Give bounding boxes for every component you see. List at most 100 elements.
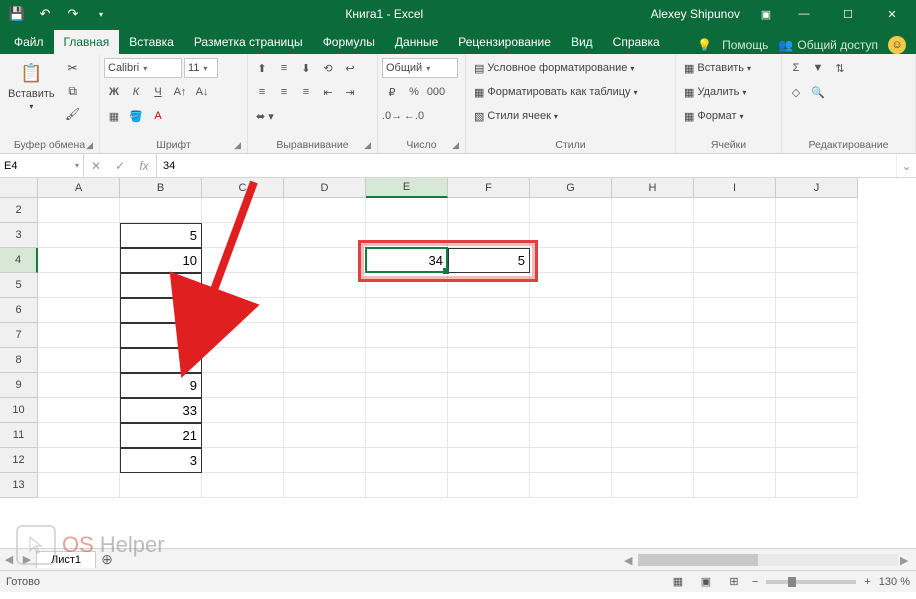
cell-A5[interactable] (38, 273, 120, 298)
row-header-10[interactable]: 10 (0, 398, 38, 423)
cell-F9[interactable] (448, 373, 530, 398)
cell-H9[interactable] (612, 373, 694, 398)
merge-cells-icon[interactable]: ⬌ ▾ (252, 106, 278, 126)
font-size-combo[interactable]: 11▾ (184, 58, 218, 78)
column-header-C[interactable]: C (202, 178, 284, 198)
cell-B5[interactable]: 4 (120, 273, 202, 298)
cell-G10[interactable] (530, 398, 612, 423)
cell-I6[interactable] (694, 298, 776, 323)
cell-E13[interactable] (366, 473, 448, 498)
cell-F10[interactable] (448, 398, 530, 423)
cell-C5[interactable] (202, 273, 284, 298)
comma-format-icon[interactable]: 000 (426, 82, 446, 102)
cell-E5[interactable] (366, 273, 448, 298)
tab-home[interactable]: Главная (54, 30, 120, 54)
cell-E12[interactable] (366, 448, 448, 473)
cell-B4[interactable]: 10 (120, 248, 202, 273)
sheet-nav-prev-icon[interactable]: ◀ (0, 553, 18, 566)
cell-H4[interactable] (612, 248, 694, 273)
cell-J4[interactable] (776, 248, 858, 273)
cell-F7[interactable] (448, 323, 530, 348)
cell-G5[interactable] (530, 273, 612, 298)
cell-I11[interactable] (694, 423, 776, 448)
scroll-right-icon[interactable]: ▶ (900, 554, 912, 566)
share-button[interactable]: 👥 Общий доступ (778, 38, 878, 52)
cell-I8[interactable] (694, 348, 776, 373)
align-center-icon[interactable]: ≡ (274, 82, 294, 102)
cell-E8[interactable] (366, 348, 448, 373)
new-sheet-button[interactable]: ⊕ (96, 551, 118, 568)
cell-E11[interactable] (366, 423, 448, 448)
cell-A3[interactable] (38, 223, 120, 248)
cell-I2[interactable] (694, 198, 776, 223)
paste-button[interactable]: 📋 Вставить ▾ (4, 58, 59, 113)
dialog-launcher-icon[interactable]: ◢ (364, 140, 371, 151)
cell-H11[interactable] (612, 423, 694, 448)
cell-H8[interactable] (612, 348, 694, 373)
cell-C9[interactable] (202, 373, 284, 398)
cell-styles-button[interactable]: ▧Стили ячеек▾ (470, 106, 562, 126)
enter-formula-icon[interactable]: ✓ (108, 159, 132, 173)
decrease-font-icon[interactable]: A↓ (192, 82, 212, 102)
orientation-icon[interactable]: ⟲ (318, 58, 338, 78)
align-right-icon[interactable]: ≡ (296, 82, 316, 102)
redo-icon[interactable]: ↷ (62, 3, 84, 25)
select-all-button[interactable] (0, 178, 38, 198)
cell-C12[interactable] (202, 448, 284, 473)
cell-D7[interactable] (284, 323, 366, 348)
cell-E6[interactable] (366, 298, 448, 323)
tab-formulas[interactable]: Формулы (313, 30, 385, 54)
row-header-9[interactable]: 9 (0, 373, 38, 398)
find-select-icon[interactable]: 🔍 (808, 82, 828, 102)
tab-page-layout[interactable]: Разметка страницы (184, 30, 313, 54)
cut-icon[interactable]: ✂ (63, 58, 83, 78)
column-header-H[interactable]: H (612, 178, 694, 198)
cell-D12[interactable] (284, 448, 366, 473)
cell-G7[interactable] (530, 323, 612, 348)
cell-E7[interactable] (366, 323, 448, 348)
zoom-slider[interactable] (766, 580, 856, 584)
cell-I4[interactable] (694, 248, 776, 273)
cell-I13[interactable] (694, 473, 776, 498)
cell-G8[interactable] (530, 348, 612, 373)
cell-E9[interactable] (366, 373, 448, 398)
save-icon[interactable]: 💾 (6, 3, 28, 25)
cell-F8[interactable] (448, 348, 530, 373)
cell-B6[interactable]: 67 (120, 298, 202, 323)
cell-E2[interactable] (366, 198, 448, 223)
cell-J3[interactable] (776, 223, 858, 248)
cell-C8[interactable] (202, 348, 284, 373)
column-header-I[interactable]: I (694, 178, 776, 198)
format-painter-icon[interactable]: 🖌 (63, 104, 83, 124)
scroll-left-icon[interactable]: ◀ (624, 554, 636, 566)
cell-D9[interactable] (284, 373, 366, 398)
cell-B12[interactable]: 3 (120, 448, 202, 473)
cell-I3[interactable] (694, 223, 776, 248)
row-header-4[interactable]: 4 (0, 248, 38, 273)
cell-D5[interactable] (284, 273, 366, 298)
maximize-button[interactable]: ☐ (828, 0, 868, 28)
cell-B11[interactable]: 21 (120, 423, 202, 448)
cell-I9[interactable] (694, 373, 776, 398)
page-break-view-icon[interactable]: ⊞ (724, 574, 744, 590)
cell-F13[interactable] (448, 473, 530, 498)
cell-B3[interactable]: 5 (120, 223, 202, 248)
sheet-nav-next-icon[interactable]: ▶ (18, 553, 36, 566)
tab-view[interactable]: Вид (561, 30, 603, 54)
column-header-F[interactable]: F (448, 178, 530, 198)
dialog-launcher-icon[interactable]: ◢ (234, 140, 241, 151)
cell-I10[interactable] (694, 398, 776, 423)
cell-E3[interactable] (366, 223, 448, 248)
user-name[interactable]: Alexey Shipunov (651, 7, 740, 21)
cell-J5[interactable] (776, 273, 858, 298)
cancel-formula-icon[interactable]: ✕ (84, 159, 108, 173)
number-format-combo[interactable]: Общий▾ (382, 58, 458, 78)
horizontal-scrollbar[interactable]: ◀ ▶ (624, 554, 916, 566)
name-box[interactable]: E4▾ (0, 154, 84, 177)
cell-A4[interactable] (38, 248, 120, 273)
tell-me-icon[interactable]: 💡 (697, 38, 712, 52)
cell-F4[interactable]: 5 (448, 248, 530, 273)
row-header-2[interactable]: 2 (0, 198, 38, 223)
cell-H12[interactable] (612, 448, 694, 473)
cell-J13[interactable] (776, 473, 858, 498)
